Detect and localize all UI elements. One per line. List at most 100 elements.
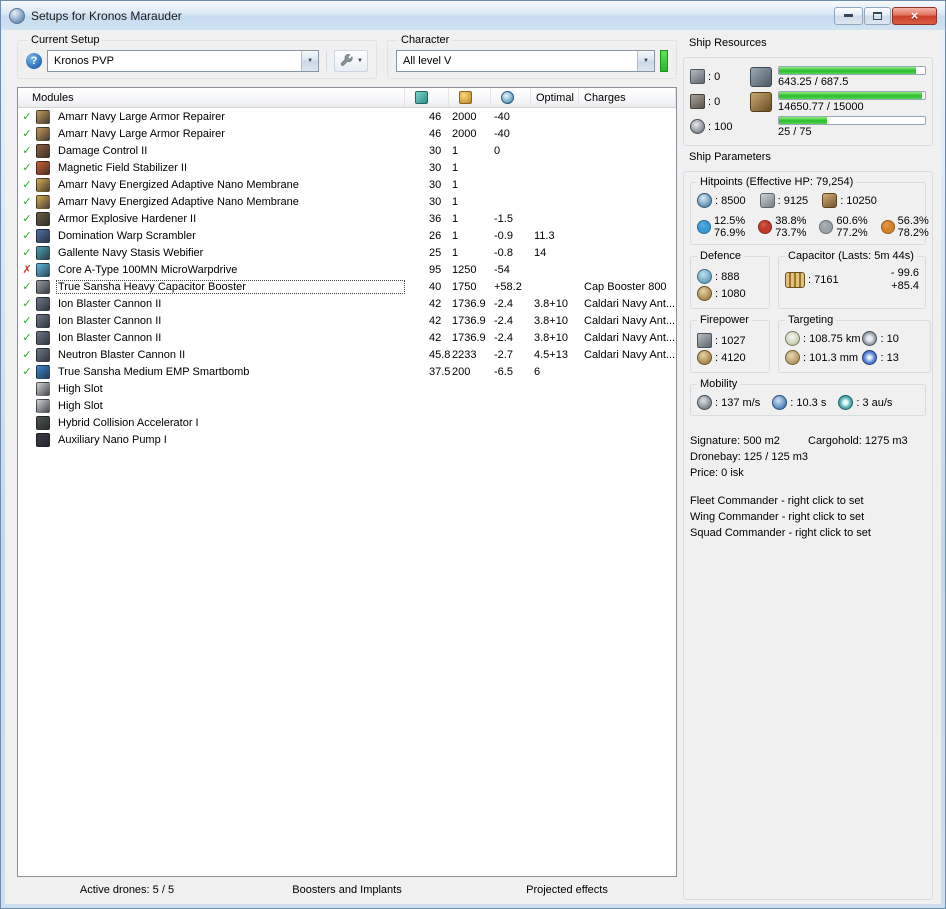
module-row[interactable]: ✓ Amarr Navy Energized Adaptive Nano Memb… <box>18 176 676 193</box>
cpu-bar-text: 643.25 / 687.5 <box>778 75 849 88</box>
warp-speed-icon <box>838 395 854 410</box>
module-row[interactable]: ✓ Amarr Navy Large Armor Repairer 46 2000 -4… <box>18 125 676 142</box>
blaster-icon <box>36 347 50 362</box>
dronebay-bar-text: 25 / 75 <box>778 125 812 138</box>
status-icon: ✓ <box>22 145 32 157</box>
cpu-usage: 95 <box>429 263 442 276</box>
setup-combobox[interactable]: Kronos PVP ▼ <box>47 50 320 72</box>
empty-highslot-icon <box>36 381 50 396</box>
module-row[interactable]: ✓ Ion Blaster Cannon II 42 1736.9 -2.4 3.8+10… <box>18 295 676 312</box>
character-label: Character <box>398 34 453 46</box>
app-icon <box>9 7 25 24</box>
module-row[interactable]: ✓ Ion Blaster Cannon II 42 1736.9 -2.4 3.8+10… <box>18 312 676 329</box>
active-drones-tab[interactable]: Active drones: 5 / 5 <box>17 884 237 896</box>
chevron-down-icon: ▼ <box>357 58 363 64</box>
help-icon[interactable]: ? <box>26 53 42 69</box>
turret-hardpoint-icon <box>690 69 705 84</box>
thermal-icon <box>758 220 773 234</box>
module-row[interactable]: ✓ Neutron Blaster Cannon II 45.8 2233 -2.7 4.… <box>18 346 676 363</box>
character-combobox-dropdown[interactable]: ▼ <box>637 51 654 71</box>
projected-effects-tab[interactable]: Projected effects <box>457 884 677 896</box>
boosters-implants-tab[interactable]: Boosters and Implants <box>237 884 457 896</box>
right-panel: Ship Resources : 0 643.25 / 687.5 : 0 14… <box>681 30 941 904</box>
charge-name: Caldari Navy Ant... <box>584 331 676 344</box>
volley-stat: : 4120 <box>697 350 763 365</box>
status-icon: ✓ <box>22 162 32 174</box>
armor-resist-value: 77.2% <box>836 227 868 239</box>
capacitor-amount-value: : 7161 <box>808 274 839 286</box>
wing-commander-setter[interactable]: Wing Commander - right click to set <box>690 509 926 525</box>
powergrid-bar: 14650.77 / 15000 <box>778 90 926 113</box>
status-icon: ✓ <box>22 230 32 242</box>
powergrid-usage: 1750 <box>452 280 477 293</box>
column-cpu[interactable] <box>405 88 449 107</box>
current-setup-label: Current Setup <box>28 34 103 46</box>
powergrid-bar-track <box>778 90 926 100</box>
shield-resist-value: 60.6% <box>836 215 868 227</box>
squad-commander-setter[interactable]: Squad Commander - right click to set <box>690 525 926 541</box>
cpu-bar-track <box>778 65 926 75</box>
minimize-button[interactable] <box>834 6 863 25</box>
close-button[interactable]: × <box>892 6 937 25</box>
dronebay-bar-track <box>778 115 926 125</box>
tools-button[interactable]: ▼ <box>334 50 368 72</box>
empty-highslot-icon <box>36 398 50 413</box>
module-row[interactable]: ✓ True Sansha Heavy Capacitor Booster 40 17… <box>18 278 676 295</box>
module-row[interactable]: ✓ Gallente Navy Stasis Webifier 25 1 -0.8 14 <box>18 244 676 261</box>
max-targets-stat: : 10 <box>862 331 924 346</box>
column-optimal[interactable]: Optimal <box>531 88 579 107</box>
powergrid-bar-fill <box>779 91 923 99</box>
character-skill-level-indicator <box>660 50 668 72</box>
status-icon: ✓ <box>22 332 32 344</box>
titlebar[interactable]: Setups for Kronos Marauder × <box>1 1 945 30</box>
module-row[interactable]: Hybrid Collision Accelerator I <box>18 414 676 431</box>
column-powergrid[interactable] <box>449 88 491 107</box>
module-row[interactable]: ✓ Armor Explosive Hardener II 36 1 -1.5 <box>18 210 676 227</box>
window: Setups for Kronos Marauder × Current Set… <box>0 0 946 909</box>
module-row[interactable]: Auxiliary Nano Pump I <box>18 431 676 448</box>
character-combobox[interactable]: All level V ▼ <box>396 50 655 72</box>
module-row[interactable]: ✓ Magnetic Field Stabilizer II 30 1 <box>18 159 676 176</box>
shield-resist-value: 12.5% <box>714 215 746 227</box>
module-name: Amarr Navy Large Armor Repairer <box>58 110 225 123</box>
charge-name: Caldari Navy Ant... <box>584 314 676 327</box>
module-row[interactable]: ✓ True Sansha Medium EMP Smartbomb 37.5 200… <box>18 363 676 380</box>
column-modules[interactable]: Modules <box>18 88 405 107</box>
blaster-icon <box>36 296 50 311</box>
module-name: True Sansha Heavy Capacitor Booster <box>56 279 405 294</box>
column-capacitor[interactable] <box>491 88 531 107</box>
fleet-commander-setter[interactable]: Fleet Commander - right click to set <box>690 493 926 509</box>
column-charges[interactable]: Charges <box>579 88 676 107</box>
powergrid-usage: 1 <box>452 229 459 242</box>
setup-combobox-dropdown[interactable]: ▼ <box>301 51 319 71</box>
module-row[interactable]: ✗ Core A-Type 100MN MicroWarpdrive 95 1250 -… <box>18 261 676 278</box>
structure-hp-value: : 10250 <box>840 194 877 207</box>
armor-repairer-icon <box>36 109 50 124</box>
module-row[interactable]: High Slot <box>18 397 676 414</box>
shield-hp-value: : 8500 <box>715 194 746 207</box>
turret-slots-value: : 0 <box>708 70 721 83</box>
capacitor-booster-icon <box>36 279 50 294</box>
resist-thermal: 38.8% 73.7% <box>758 215 806 239</box>
maximize-button[interactable] <box>864 6 891 25</box>
cpu-usage: 30 <box>429 195 442 208</box>
capacitor-usage: -2.4 <box>494 314 513 327</box>
module-row[interactable]: ✓ Domination Warp Scrambler 26 1 -0.9 11.3 <box>18 227 676 244</box>
capacitor-flow: - 99.6 +85.4 <box>891 267 919 293</box>
powergrid-usage: 2000 <box>452 127 477 140</box>
rig-icon <box>36 415 50 430</box>
status-icon: ✓ <box>22 315 32 327</box>
em-icon <box>697 220 711 234</box>
powergrid-usage: 1 <box>452 144 459 157</box>
armor-hp-value: : 9125 <box>777 194 809 207</box>
module-row[interactable]: ✓ Amarr Navy Large Armor Repairer 46 2000 -4… <box>18 108 676 125</box>
blaster-icon <box>36 330 50 345</box>
module-row[interactable]: ✓ Ion Blaster Cannon II 42 1736.9 -2.4 3.8+10… <box>18 329 676 346</box>
module-row[interactable]: ✓ Amarr Navy Energized Adaptive Nano Memb… <box>18 193 676 210</box>
module-row[interactable]: ✓ Damage Control II 30 1 0 <box>18 142 676 159</box>
powergrid-usage: 2000 <box>452 110 477 123</box>
cpu-usage: 45.8 <box>429 348 451 361</box>
smartbomb-icon <box>36 364 50 379</box>
powergrid-usage: 1 <box>452 246 459 259</box>
module-row[interactable]: High Slot <box>18 380 676 397</box>
